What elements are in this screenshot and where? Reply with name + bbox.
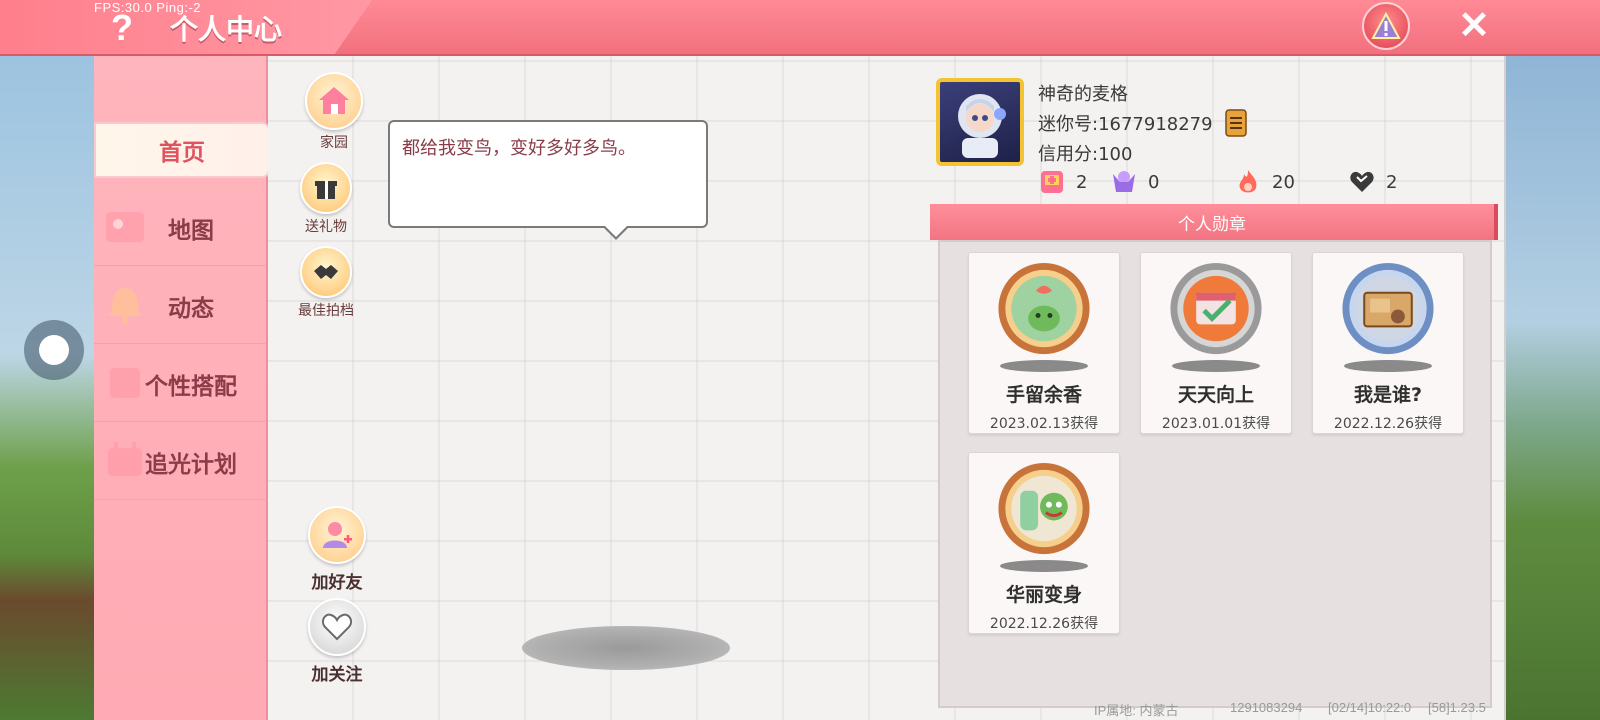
character-shadow [522,626,730,670]
medal-name: 华丽变身 [1005,584,1082,606]
title-bar: FPS:30.0 Ping:-2 ? 个人中心 ✕ [0,0,1600,56]
home-label: 家园 [320,135,348,151]
floating-assist-button[interactable] [24,320,84,380]
sidebar-item-outfit[interactable]: 个性搭配 [94,346,268,422]
stat-badges[interactable]: 2 [1038,168,1087,196]
sidebar-item-label: 首页 [159,140,205,166]
medal-card[interactable]: 我是谁? 2022.12.26获得 [1312,252,1464,434]
stat-value: 2 [1386,171,1398,193]
add-friend-button[interactable]: 加好友 [308,506,366,593]
stat-value: 20 [1272,171,1295,193]
sidebar-item-map[interactable]: 地图 [94,190,268,266]
credit-score: 信用分:100 [1038,144,1133,165]
medal-pedestal [1172,360,1260,372]
medal-name: 手留余香 [1005,384,1082,406]
medal-card[interactable]: 华丽变身 2022.12.26获得 [968,452,1120,634]
medal-section-header: 个人勋章 [930,204,1498,240]
page-title: 个人中心 [170,13,283,46]
medal-whoami-icon [1342,262,1434,355]
medal-name: 我是谁? [1353,384,1423,406]
best-partner-label: 最佳拍档 [298,303,354,319]
flame-icon [1239,170,1257,193]
medal-panel: 手留余香 2023.02.13获得 天天向上 2023.01.01获得 我是谁?… [938,240,1492,708]
sidebar: 首页 地图 动态 个性搭配 追光计划 [94,56,270,720]
medal-date: 2023.02.13获得 [989,416,1099,432]
house-icon [319,87,349,114]
sidebar-item-label: 动态 [168,295,214,322]
heart-outline-icon [321,613,353,641]
stat-value: 0 [1148,171,1160,193]
help-icon[interactable]: ? [104,6,140,50]
medal-card[interactable]: 手留余香 2023.02.13获得 [968,252,1120,434]
medal-date: 2022.12.26获得 [989,616,1099,632]
report-button[interactable] [1362,2,1410,50]
follow-button[interactable]: 加关注 [308,598,366,685]
best-partner-button[interactable]: 最佳拍档 [298,246,354,320]
copy-icon[interactable] [1222,108,1248,138]
medal-fragrance-icon [998,262,1090,355]
medal-pedestal [1000,560,1088,572]
send-gift-button[interactable]: 送礼物 [300,162,352,236]
sidebar-item-home[interactable]: 首页 [94,122,270,178]
timestamp: [02/14]10:22:0 [1328,700,1412,715]
sidebar-item-label: 个性搭配 [145,373,237,400]
sidebar-item-activity[interactable]: 动态 [94,268,268,344]
send-gift-label: 送礼物 [305,219,347,235]
handshake-icon [314,265,338,279]
home-button[interactable]: 家园 [305,72,363,152]
medal-date: 2022.12.26获得 [1333,416,1443,432]
add-user-icon [323,522,352,548]
medal-date: 2023.01.01获得 [1161,416,1271,432]
avatar[interactable] [936,78,1024,166]
background-scenery-left [0,56,96,720]
sidebar-item-label: 地图 [168,217,214,244]
follow-label: 加关注 [311,665,363,685]
cheer-icon [1113,171,1135,192]
build-version: [58]1.23.5 [1428,700,1486,715]
background-scenery-right [1504,56,1600,720]
add-friend-label: 加好友 [311,573,363,593]
close-button[interactable]: ✕ [1454,6,1494,46]
player-name: 神奇的麦格 [1038,84,1128,105]
medal-calendar-icon [1170,262,1262,355]
sidebar-item-label: 追光计划 [145,451,237,478]
warning-icon [1371,12,1401,39]
sidebar-item-plan[interactable]: 追光计划 [94,424,268,500]
speech-bubble: 都给我变鸟，变好多好多鸟。 [388,120,708,240]
astronaut-avatar-icon [958,94,1006,158]
map-icon [106,212,144,242]
stat-cheers[interactable]: 0 [1110,168,1159,196]
ip-location: IP属地: 内蒙古 [1094,703,1179,718]
stat-likes[interactable]: 2 [1348,168,1397,196]
badge-plus-icon [1041,171,1063,193]
gift-icon [315,181,337,199]
mini-id: 迷你号:1677918279 [1038,114,1213,135]
medal-transform-icon [998,462,1090,555]
medal-card[interactable]: 天天向上 2023.01.01获得 [1140,252,1292,434]
medal-pedestal [1000,360,1088,372]
stat-value: 2 [1076,171,1088,193]
heart-icon [1350,171,1374,192]
stat-popularity[interactable]: 20 [1234,168,1295,196]
medal-pedestal [1344,360,1432,372]
signature-text: 都给我变鸟，变好多好多鸟。 [402,138,636,159]
medal-name: 天天向上 [1177,384,1254,406]
user-uid: 1291083294 [1230,700,1303,715]
bell-icon [108,288,142,324]
